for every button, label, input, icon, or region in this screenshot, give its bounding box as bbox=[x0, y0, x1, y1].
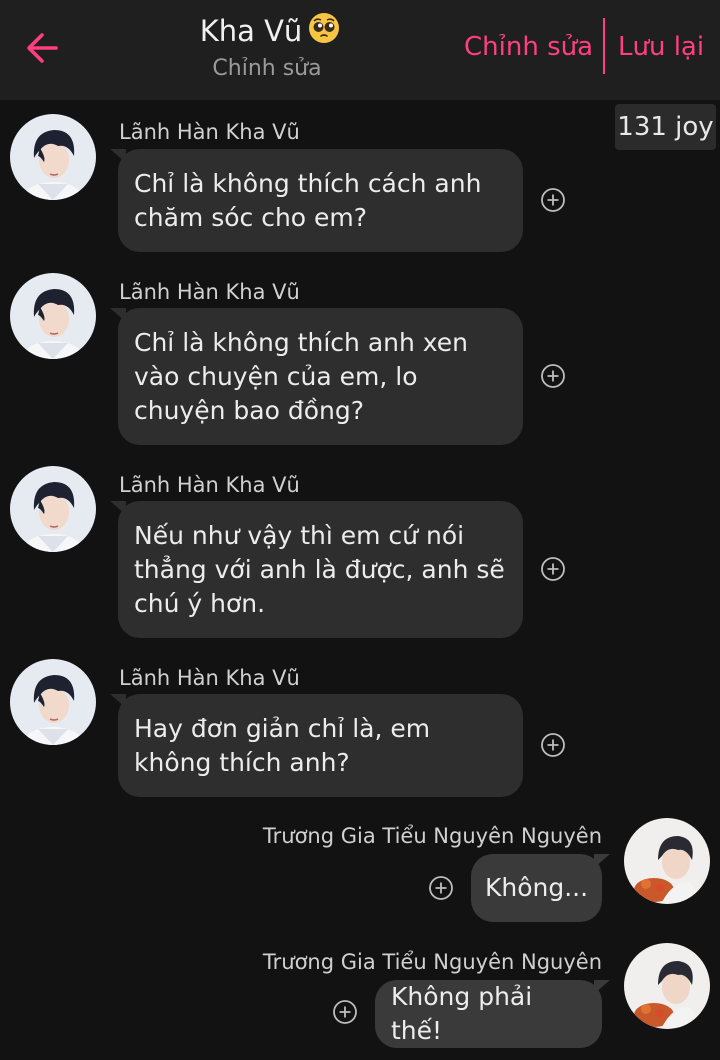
message-text: Chỉ là không thích anh xen vào chuyện củ… bbox=[134, 327, 469, 425]
bubble-tail-icon bbox=[594, 980, 610, 994]
header-divider bbox=[603, 18, 605, 74]
message-bubble[interactable]: Không phải thế! bbox=[375, 980, 610, 1048]
pleading-face-emoji-icon bbox=[309, 13, 340, 43]
sender-name: Lãnh Hàn Kha Vũ bbox=[119, 666, 300, 690]
message-text: Không... bbox=[484, 873, 589, 902]
message-text: Chỉ là không thích cách anh chăm sóc cho… bbox=[134, 168, 482, 232]
avatar-portrait-icon bbox=[10, 273, 96, 359]
avatar-portrait-icon bbox=[624, 818, 710, 904]
message-text: Nếu như vậy thì em cứ nói thẳng với anh … bbox=[134, 520, 505, 618]
sender-name: Lãnh Hàn Kha Vũ bbox=[119, 280, 300, 304]
avatar-portrait-icon bbox=[10, 466, 96, 552]
bubble-tail-icon bbox=[110, 694, 126, 708]
sender-avatar[interactable] bbox=[624, 943, 710, 1029]
add-reaction-icon[interactable] bbox=[540, 187, 566, 213]
chat-header: Kha Vũ Chỉnh sửa Chỉnh sửa Lưu lại bbox=[0, 0, 720, 100]
sender-avatar[interactable] bbox=[624, 818, 710, 904]
sender-name: Lãnh Hàn Kha Vũ bbox=[119, 120, 300, 144]
add-reaction-icon[interactable] bbox=[428, 875, 454, 901]
message-bubble[interactable]: Nếu như vậy thì em cứ nói thẳng với anh … bbox=[110, 501, 523, 638]
message-text: Không phải thế! bbox=[391, 982, 533, 1045]
avatar-portrait-icon bbox=[10, 114, 96, 200]
message-bubble[interactable]: Chỉ là không thích cách anh chăm sóc cho… bbox=[110, 149, 523, 252]
save-button[interactable]: Lưu lại bbox=[618, 32, 704, 62]
chat-title: Kha Vũ bbox=[0, 12, 540, 48]
message-bubble[interactable]: Không... bbox=[471, 854, 610, 922]
sender-name: Lãnh Hàn Kha Vũ bbox=[119, 473, 300, 497]
avatar-portrait-icon bbox=[624, 943, 710, 1029]
avatar-portrait-icon bbox=[10, 659, 96, 745]
sender-name: Trương Gia Tiểu Nguyên Nguyên bbox=[262, 950, 602, 974]
add-reaction-icon[interactable] bbox=[332, 999, 358, 1025]
sender-avatar[interactable] bbox=[10, 114, 96, 200]
sender-avatar[interactable] bbox=[10, 466, 96, 552]
sender-name: Trương Gia Tiểu Nguyên Nguyên bbox=[262, 824, 602, 848]
sender-avatar[interactable] bbox=[10, 273, 96, 359]
add-reaction-icon[interactable] bbox=[540, 732, 566, 758]
add-reaction-icon[interactable] bbox=[540, 363, 566, 389]
chat-title-text: Kha Vũ bbox=[199, 14, 303, 48]
bubble-tail-icon bbox=[594, 854, 610, 868]
add-reaction-icon[interactable] bbox=[540, 556, 566, 582]
joy-counter-badge: 131 joy bbox=[615, 104, 716, 150]
message-text: Hay đơn giản chỉ là, em không thích anh? bbox=[134, 713, 431, 777]
bubble-tail-icon bbox=[110, 308, 126, 322]
bubble-tail-icon bbox=[110, 501, 126, 515]
sender-avatar[interactable] bbox=[10, 659, 96, 745]
bubble-tail-icon bbox=[110, 149, 126, 163]
message-bubble[interactable]: Hay đơn giản chỉ là, em không thích anh? bbox=[110, 694, 523, 797]
chat-subtitle: Chỉnh sửa bbox=[212, 56, 322, 81]
edit-button[interactable]: Chỉnh sửa bbox=[464, 32, 593, 62]
message-bubble[interactable]: Chỉ là không thích anh xen vào chuyện củ… bbox=[110, 308, 523, 445]
